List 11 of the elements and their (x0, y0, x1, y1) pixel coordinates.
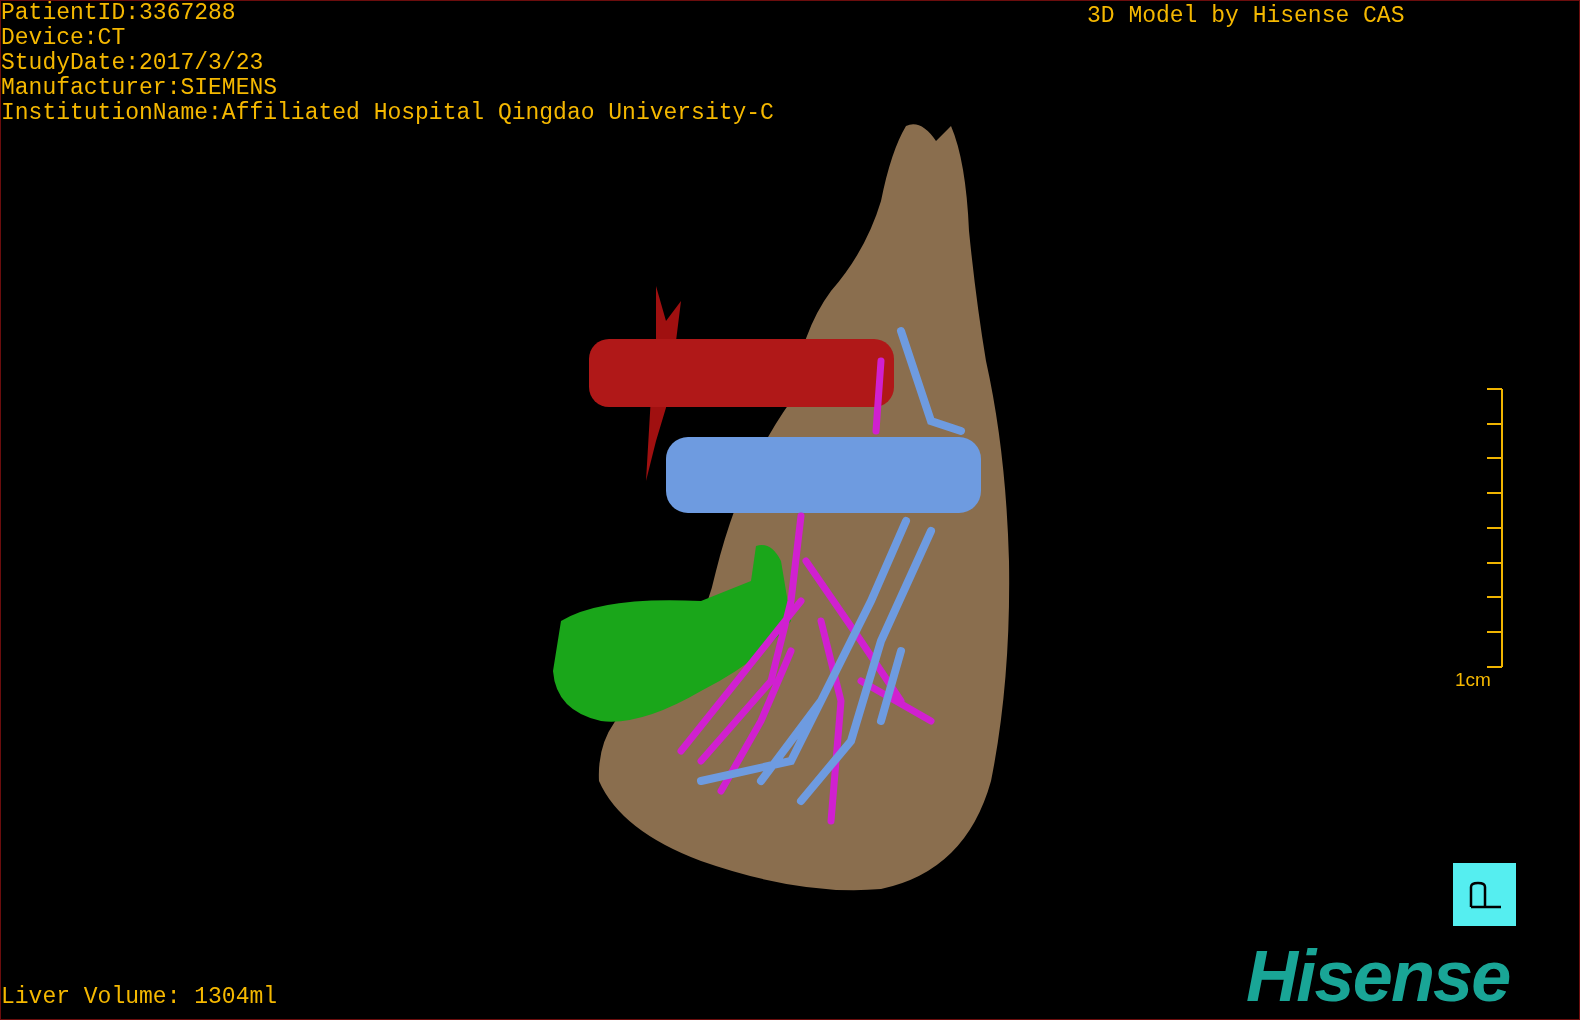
orientation-cube[interactable] (1453, 863, 1516, 926)
study-info-line: PatientID:3367288 (1, 1, 237, 26)
header-title: 3D Model by Hisense CAS (1087, 4, 1405, 29)
study-info-line: Device:CT (1, 26, 127, 51)
orientation-glyph-icon (1467, 880, 1502, 909)
liver-volume-label: Liver Volume: 1304ml (1, 985, 278, 1010)
study-info-line: Manufacturer:SIEMENS (1, 76, 279, 101)
study-info-line: InstitutionName:Affiliated Hospital Qingdao University-C (1, 101, 774, 126)
scale-label: 1cm (1455, 669, 1491, 691)
study-info-line: StudyDate:2017/3/23 (1, 51, 265, 76)
brand-logo: Hisense (1246, 936, 1510, 1016)
